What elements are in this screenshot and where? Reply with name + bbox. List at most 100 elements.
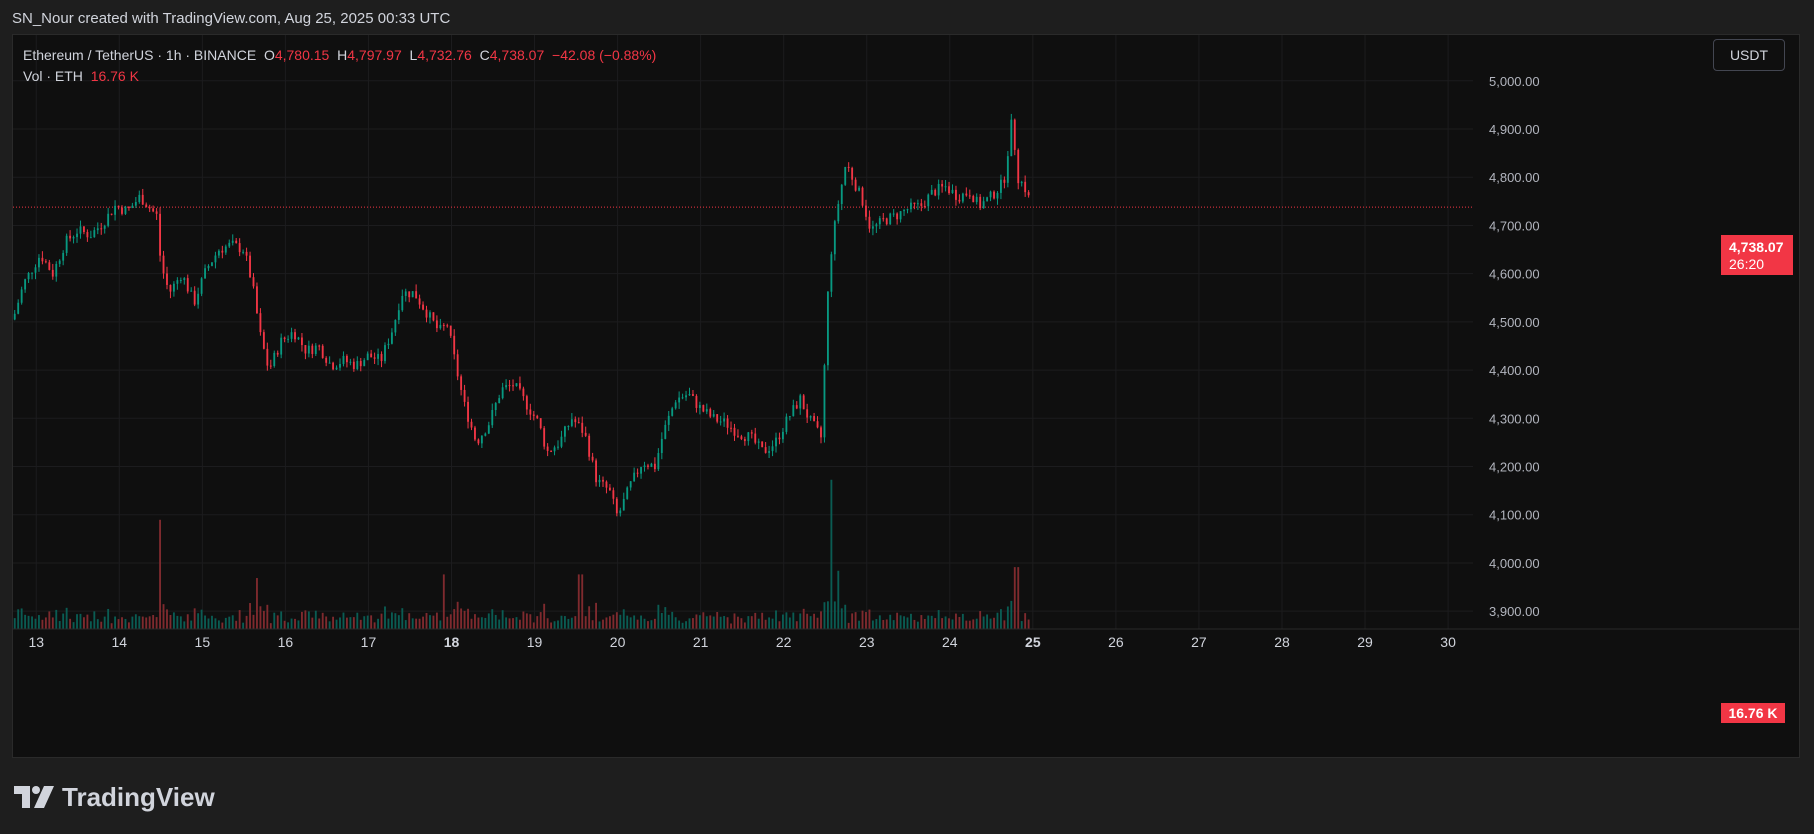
tradingview-logo[interactable]: TradingView xyxy=(14,782,215,812)
volume-bar xyxy=(605,617,608,629)
candle-body xyxy=(435,320,438,329)
volume-bar xyxy=(176,615,179,629)
candle-body xyxy=(159,213,161,256)
volume-bar xyxy=(868,609,871,629)
candle-body xyxy=(96,228,99,231)
candle-body xyxy=(418,298,421,305)
volume-bar xyxy=(51,617,54,629)
candle-body xyxy=(747,432,750,442)
volume-bar xyxy=(650,620,653,629)
candle-body xyxy=(650,463,653,467)
candle-body xyxy=(408,291,411,298)
volume-bar xyxy=(231,615,234,629)
volume-bar xyxy=(117,619,120,629)
candle-body xyxy=(678,397,681,403)
candle-body xyxy=(1020,181,1023,184)
volume-bar xyxy=(69,618,72,629)
volume-bar xyxy=(467,608,469,629)
time-tick-label: 25 xyxy=(1025,634,1041,650)
time-tick-label: 23 xyxy=(859,634,875,650)
volume-label[interactable]: Vol · ETH xyxy=(23,68,83,84)
volume-bar xyxy=(692,618,694,629)
candle-body xyxy=(989,191,992,198)
volume-bar xyxy=(570,617,573,629)
candle-body xyxy=(979,196,982,209)
candle-body xyxy=(221,250,224,253)
candle-body xyxy=(896,213,899,220)
candle-body xyxy=(83,226,85,233)
high-value: 4,797.97 xyxy=(347,47,402,63)
volume-bar xyxy=(172,612,175,629)
currency-button[interactable]: USDT xyxy=(1713,39,1785,71)
volume-bar xyxy=(512,618,514,629)
candle-body xyxy=(411,291,414,298)
candle-body xyxy=(937,183,940,196)
volume-bar xyxy=(491,609,494,629)
candle-body xyxy=(951,189,954,194)
candle-body xyxy=(529,409,532,415)
volume-bar xyxy=(13,618,16,629)
volume-bar xyxy=(996,612,999,629)
price-chart[interactable]: 5,000.00 4,900.00 4,800.00 4,700.00 4,600.00… xyxy=(13,35,1800,758)
volume-bar xyxy=(768,617,771,629)
volume-bar xyxy=(871,620,874,629)
price-axis: 5,000.00 4,900.00 4,800.00 4,700.00 4,600.00… xyxy=(1473,35,1799,757)
candle-body xyxy=(809,416,812,418)
candle-body xyxy=(89,237,92,239)
volume-bar xyxy=(352,617,355,629)
candle-body xyxy=(899,211,902,220)
price-tick-label: 4,600.00 xyxy=(1489,267,1540,282)
volume-bar xyxy=(629,617,632,629)
candle-body xyxy=(401,295,404,311)
candle-body xyxy=(505,385,508,388)
volume-bar xyxy=(435,612,438,629)
candle-body xyxy=(283,337,286,339)
volume-bar xyxy=(363,616,366,629)
price-tick-label: 4,900.00 xyxy=(1489,122,1540,137)
chart-panel[interactable]: 5,000.00 4,900.00 4,800.00 4,700.00 4,600.00… xyxy=(12,34,1800,758)
volume-bar xyxy=(249,603,251,629)
volume-bar xyxy=(865,612,867,629)
volume-bar xyxy=(979,611,982,629)
volume-bar xyxy=(487,613,490,629)
candle-body xyxy=(190,290,193,292)
volume-bar xyxy=(131,616,134,629)
time-tick-label: 18 xyxy=(444,634,460,650)
volume-bar xyxy=(906,617,909,629)
volume-bar xyxy=(982,616,985,629)
volume-bar xyxy=(294,618,296,629)
volume-bar xyxy=(301,611,303,629)
candle-body xyxy=(342,355,345,364)
candle-body xyxy=(17,302,20,314)
candle-body xyxy=(920,203,923,206)
candle-body xyxy=(72,237,75,239)
volume-bar xyxy=(854,612,857,629)
volume-bar xyxy=(875,619,878,629)
candle-body xyxy=(826,291,829,366)
time-tick-label: 20 xyxy=(610,634,626,650)
volume-bar xyxy=(235,620,238,629)
candle-body xyxy=(892,213,895,215)
candle-body xyxy=(415,291,418,299)
volume-bar xyxy=(477,617,480,629)
volume-bar xyxy=(685,621,687,629)
candle-body xyxy=(941,183,944,187)
volume-bar xyxy=(349,617,352,629)
candle-body xyxy=(197,293,200,305)
volume-bar xyxy=(595,602,598,629)
candle-body xyxy=(761,441,764,448)
candle-body xyxy=(508,385,511,387)
candle-body xyxy=(712,414,715,417)
candle-body xyxy=(148,207,151,209)
candle-body xyxy=(345,355,348,363)
volume-bar xyxy=(560,615,563,629)
volume-bar xyxy=(290,618,293,629)
candle-body xyxy=(865,205,867,217)
symbol-label[interactable]: Ethereum / TetherUS · 1h · BINANCE xyxy=(23,47,256,63)
volume-bar xyxy=(114,616,117,629)
candle-body xyxy=(287,338,290,340)
candle-body xyxy=(1013,119,1016,150)
volume-bar xyxy=(958,616,961,629)
candle-body xyxy=(660,438,663,454)
time-tick-label: 16 xyxy=(278,634,294,650)
